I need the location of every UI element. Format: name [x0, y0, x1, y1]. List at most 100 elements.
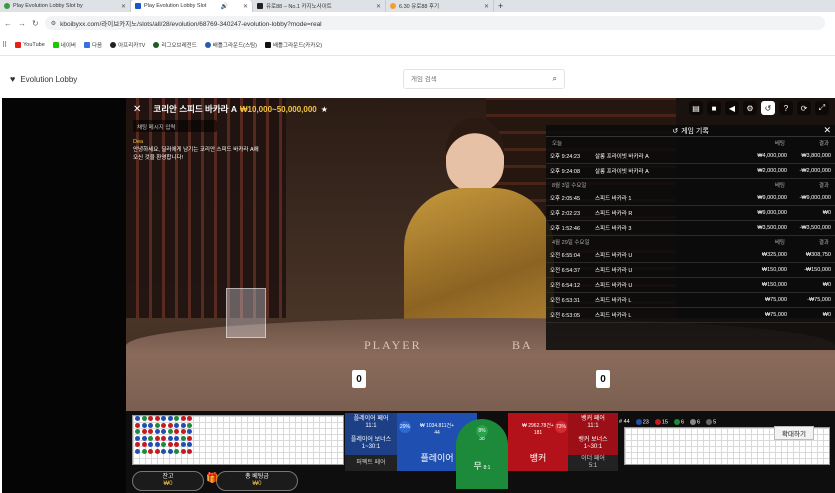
browser-tab[interactable]: Play Evolution Lobby Slot by ✕: [0, 0, 131, 12]
history-time: 오후 9:24:23: [550, 154, 580, 160]
history-result: ₩0: [822, 282, 831, 288]
history-time: 오전 6:55:04: [550, 253, 580, 259]
stat-player: 23: [635, 418, 649, 425]
col-bet: 베팅: [774, 141, 785, 147]
gift-icon[interactable]: 🎁: [206, 473, 218, 484]
banker-pair-bet[interactable]: 뱅커 페어 11:1: [568, 413, 618, 433]
search-input[interactable]: [411, 75, 553, 83]
history-row[interactable]: 오전 6:54:37 스피드 바카라 U ₩150,000 -₩150,000: [546, 263, 835, 278]
search-box[interactable]: ⌕: [403, 69, 565, 89]
player-dot-icon: [635, 418, 642, 425]
close-icon[interactable]: ✕: [484, 3, 489, 10]
bookmark-pubg-kakao[interactable]: 배틀그라운드(카카오): [264, 41, 322, 49]
road-bead: [135, 429, 140, 434]
road-bead: [167, 442, 173, 447]
road-bead: [141, 422, 147, 428]
history-bet: ₩9,000,000: [757, 210, 787, 216]
history-icon[interactable]: ↺: [761, 101, 775, 115]
banker-dot-icon: [654, 418, 661, 425]
close-icon[interactable]: ✕: [133, 104, 141, 115]
reload-icon[interactable]: ↻: [32, 19, 39, 28]
history-game: 살롱 프라이빗 바카라 A: [595, 154, 649, 160]
close-icon[interactable]: ✕: [121, 3, 126, 10]
history-result: -₩9,000,000: [799, 195, 832, 201]
history-row[interactable]: 오후 1:52:46 스피드 바카라 3 ₩3,500,000 -₩3,500,000: [546, 221, 835, 236]
page-title: ♥ Evolution Lobby: [10, 74, 78, 84]
site-info-icon[interactable]: ⚙: [51, 20, 56, 27]
table-limit: ₩10,000~50,000,000: [240, 104, 317, 114]
history-row[interactable]: 오전 6:54:12 스피드 바카라 U ₩150,000 ₩0: [546, 278, 835, 293]
history-game: 스피드 바카라 U: [595, 253, 633, 259]
apps-icon[interactable]: ⠿: [2, 41, 7, 49]
favorite-star-icon[interactable]: ★: [321, 105, 328, 114]
road-bead: [141, 416, 147, 421]
road-bead: [141, 429, 147, 434]
speaker-icon[interactable]: 🔊: [221, 3, 228, 10]
history-row[interactable]: 오후 9:24:08 살롱 프라이빗 바카라 A ₩2,000,000 -₩2,000…: [546, 164, 835, 179]
card-shoe: [226, 288, 266, 338]
bookmark-daum[interactable]: 다음: [83, 41, 102, 49]
zoom-button[interactable]: 확대하기: [774, 426, 814, 440]
road-bead: [187, 435, 192, 441]
bookmark-lol[interactable]: 리그오브레전드: [153, 41, 197, 49]
bookmark-naver[interactable]: 네이버: [52, 41, 76, 49]
col-result: 결과: [818, 141, 829, 147]
history-row[interactable]: 오후 2:05:45 스피드 바카라 1 ₩9,000,000 -₩9,000,000: [546, 191, 835, 206]
banker-percent: 73%: [555, 421, 567, 433]
refresh-icon[interactable]: ⟳: [797, 101, 811, 115]
bookmark-youtube[interactable]: YouTube: [15, 41, 45, 48]
volume-icon[interactable]: ◀: [725, 101, 739, 115]
road-bead: [174, 416, 179, 421]
history-game: 스피드 바카라 1: [595, 196, 632, 202]
history-row[interactable]: 오전 6:55:04 스피드 바카라 U ₩325,000 ₩308,750: [546, 248, 835, 263]
bookmark-afreecatv[interactable]: 아프리카TV: [110, 41, 145, 49]
road-bead: [161, 429, 166, 434]
history-result: ₩0: [822, 210, 831, 216]
help-icon[interactable]: ?: [779, 101, 793, 115]
history-section-header: 8월 3일 수요일 베팅 결과: [546, 179, 835, 191]
back-icon[interactable]: ←: [4, 19, 12, 28]
history-row[interactable]: 오전 6:53:05 스피드 바카라 L ₩75,000 ₩0: [546, 308, 835, 323]
pair-dot-icon: [690, 418, 697, 425]
chat-message: Dea 안녕하세요, 딜러에게 남기는 코리안 스피드 바카라 A에 오신 것을…: [133, 138, 263, 162]
history-date: 4월 29일 수요일: [552, 240, 590, 246]
url-field[interactable]: ⚙ kboibyxx.com/라이브카지노/slots/all/28/evolu…: [44, 16, 825, 30]
search-icon[interactable]: ⌕: [553, 74, 557, 84]
chat-author: Dea: [133, 139, 144, 145]
dealer: [404, 114, 554, 338]
settings-icon[interactable]: ⚙: [743, 101, 757, 115]
browser-tab[interactable]: 유로88 – No.1 카지노사이트 ✕: [253, 0, 386, 12]
chat-input[interactable]: 채팅 메시지 입력: [133, 120, 217, 132]
game-toolbar: ▤ ■ ◀ ⚙ ↺ ? ⟳ ⤢: [689, 101, 829, 115]
perfect-pair-bet[interactable]: 퍼펙트 페어: [345, 455, 397, 471]
history-row[interactable]: 오전 6:53:31 스피드 바카라 L ₩75,000 -₩75,000: [546, 293, 835, 308]
banker-bonus-bet[interactable]: 뱅커 보너스 1~30:1: [568, 433, 618, 455]
browser-tab-active[interactable]: Play Evolution Lobby Slot 🔊 ✕: [131, 0, 253, 12]
forward-icon[interactable]: →: [18, 19, 26, 28]
road-bead: [187, 442, 192, 447]
bookmark-pubg-steam[interactable]: 배틀그라운드(스팀): [204, 41, 257, 49]
history-row[interactable]: 오후 2:02:23 스피드 바카라 R ₩9,000,000 ₩0: [546, 206, 835, 221]
chat-icon[interactable]: ▤: [689, 101, 703, 115]
history-result: ₩0: [822, 312, 831, 318]
history-result: -₩150,000: [804, 267, 831, 273]
close-icon[interactable]: ✕: [376, 3, 381, 10]
heart-icon[interactable]: ♥: [10, 74, 15, 84]
road-bead: [154, 429, 160, 434]
fullscreen-icon[interactable]: ⤢: [815, 101, 829, 115]
history-time: 오전 6:53:31: [550, 298, 580, 304]
game-viewport: PLAYER BA 0 0 ✕ 코리안 스피드 바카라 A ₩10,000~50…: [2, 98, 835, 493]
browser-tab[interactable]: 6.30 유로88 후기 ✕: [386, 0, 494, 12]
tie-dot-icon: [673, 418, 680, 425]
road-bead: [187, 448, 192, 454]
new-tab-button[interactable]: +: [494, 0, 507, 12]
close-icon[interactable]: ✕: [823, 125, 831, 136]
either-pair-bet[interactable]: 이더 페어 5:1: [568, 455, 618, 471]
history-time: 오전 6:54:37: [550, 268, 580, 274]
video-icon[interactable]: ■: [707, 101, 721, 115]
player-bonus-bet[interactable]: 플레이어 보너스 1~30:1: [345, 433, 397, 455]
history-row[interactable]: 오후 9:24:23 살롱 프라이빗 바카라 A ₩4,000,000 ₩3,800,…: [546, 149, 835, 164]
road-bead: [167, 429, 173, 434]
close-icon[interactable]: ✕: [243, 3, 248, 10]
player-pair-bet[interactable]: 플레이어 페어 11:1: [345, 413, 397, 433]
